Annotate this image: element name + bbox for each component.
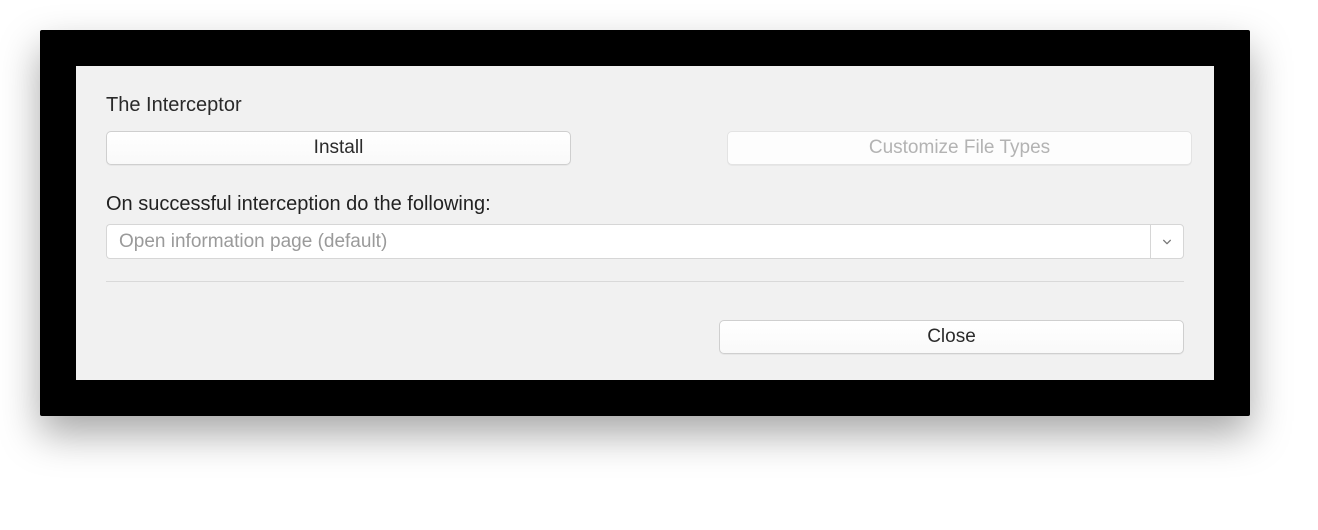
interceptor-panel: The Interceptor Install Customize File T…	[76, 66, 1214, 380]
action-dropdown-caret[interactable]	[1150, 224, 1184, 259]
action-dropdown[interactable]: Open information page (default)	[106, 224, 1184, 259]
chevron-down-icon	[1162, 237, 1172, 247]
action-dropdown-value[interactable]: Open information page (default)	[106, 224, 1150, 259]
install-button[interactable]: Install	[106, 131, 571, 165]
action-label: On successful interception do the follow…	[106, 193, 1184, 216]
close-button[interactable]: Close	[719, 320, 1184, 354]
divider	[106, 281, 1184, 282]
button-row: Install Customize File Types	[106, 131, 1184, 165]
footer: Close	[106, 320, 1184, 354]
window-frame: The Interceptor Install Customize File T…	[40, 30, 1250, 416]
customize-file-types-button: Customize File Types	[727, 131, 1192, 165]
panel-title: The Interceptor	[106, 94, 1184, 117]
